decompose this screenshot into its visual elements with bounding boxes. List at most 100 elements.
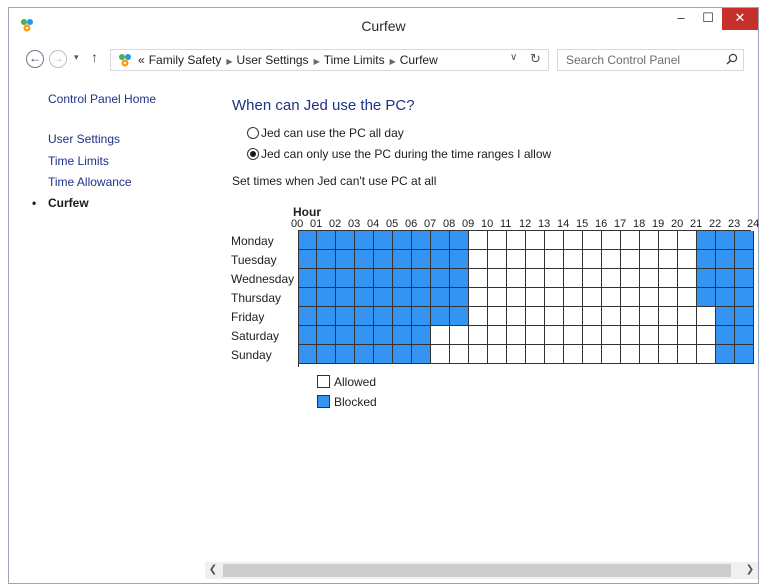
blocked-hour-cell[interactable] <box>298 345 317 364</box>
allowed-hour-cell[interactable] <box>545 269 564 288</box>
blocked-hour-cell[interactable] <box>374 231 393 250</box>
blocked-hour-cell[interactable] <box>716 288 735 307</box>
blocked-hour-cell[interactable] <box>431 288 450 307</box>
allowed-hour-cell[interactable] <box>469 250 488 269</box>
allowed-hour-cell[interactable] <box>564 307 583 326</box>
blocked-hour-cell[interactable] <box>355 288 374 307</box>
blocked-hour-cell[interactable] <box>393 345 412 364</box>
blocked-hour-cell[interactable] <box>716 345 735 364</box>
maximize-button[interactable]: ☐ <box>695 8 721 30</box>
allowed-hour-cell[interactable] <box>488 345 507 364</box>
allowed-hour-cell[interactable] <box>678 326 697 345</box>
breadcrumb-overflow[interactable]: « <box>138 53 145 67</box>
blocked-hour-cell[interactable] <box>317 231 336 250</box>
breadcrumb-curfew[interactable]: Curfew <box>400 53 438 67</box>
allowed-hour-cell[interactable] <box>469 231 488 250</box>
scroll-right-button[interactable]: ❯ <box>742 562 758 579</box>
option-all-day[interactable]: Jed can use the PC all day <box>247 126 404 142</box>
blocked-hour-cell[interactable] <box>317 307 336 326</box>
blocked-hour-cell[interactable] <box>298 326 317 345</box>
search-icon[interactable] <box>726 53 738 65</box>
blocked-hour-cell[interactable] <box>374 288 393 307</box>
blocked-hour-cell[interactable] <box>716 326 735 345</box>
allowed-hour-cell[interactable] <box>602 326 621 345</box>
option-time-ranges[interactable]: Jed can only use the PC during the time … <box>247 147 551 163</box>
allowed-hour-cell[interactable] <box>640 307 659 326</box>
allowed-hour-cell[interactable] <box>602 231 621 250</box>
allowed-hour-cell[interactable] <box>488 307 507 326</box>
blocked-hour-cell[interactable] <box>374 307 393 326</box>
allowed-hour-cell[interactable] <box>545 250 564 269</box>
allowed-hour-cell[interactable] <box>431 326 450 345</box>
search-input[interactable]: Search Control Panel <box>566 53 680 67</box>
allowed-hour-cell[interactable] <box>621 345 640 364</box>
blocked-hour-cell[interactable] <box>317 250 336 269</box>
blocked-hour-cell[interactable] <box>336 288 355 307</box>
blocked-hour-cell[interactable] <box>450 231 469 250</box>
allowed-hour-cell[interactable] <box>678 288 697 307</box>
blocked-hour-cell[interactable] <box>355 269 374 288</box>
blocked-hour-cell[interactable] <box>355 326 374 345</box>
scroll-left-button[interactable]: ❮ <box>205 562 221 579</box>
blocked-hour-cell[interactable] <box>393 326 412 345</box>
breadcrumb-family-safety[interactable]: Family Safety <box>149 53 222 67</box>
sidebar-item-time-allowance[interactable]: Time Allowance <box>48 175 132 189</box>
blocked-hour-cell[interactable] <box>431 231 450 250</box>
allowed-hour-cell[interactable] <box>545 326 564 345</box>
allowed-hour-cell[interactable] <box>640 345 659 364</box>
allowed-hour-cell[interactable] <box>659 288 678 307</box>
blocked-hour-cell[interactable] <box>336 250 355 269</box>
allowed-hour-cell[interactable] <box>659 231 678 250</box>
blocked-hour-cell[interactable] <box>393 250 412 269</box>
blocked-hour-cell[interactable] <box>412 269 431 288</box>
blocked-hour-cell[interactable] <box>450 269 469 288</box>
address-bar[interactable]: « Family Safety ▶ User Settings ▶ Time Limits… <box>110 49 549 71</box>
breadcrumb-separator-icon[interactable]: ▶ <box>314 57 320 66</box>
blocked-hour-cell[interactable] <box>716 250 735 269</box>
allowed-hour-cell[interactable] <box>621 288 640 307</box>
control-panel-home-link[interactable]: Control Panel Home <box>48 92 156 106</box>
blocked-hour-cell[interactable] <box>716 269 735 288</box>
allowed-hour-cell[interactable] <box>697 307 716 326</box>
radio-time-ranges[interactable] <box>247 148 259 160</box>
allowed-hour-cell[interactable] <box>564 288 583 307</box>
allowed-hour-cell[interactable] <box>545 231 564 250</box>
allowed-hour-cell[interactable] <box>659 345 678 364</box>
blocked-hour-cell[interactable] <box>450 288 469 307</box>
blocked-hour-cell[interactable] <box>450 307 469 326</box>
blocked-hour-cell[interactable] <box>716 307 735 326</box>
allowed-hour-cell[interactable] <box>621 307 640 326</box>
back-button[interactable]: ← <box>26 50 44 68</box>
allowed-hour-cell[interactable] <box>602 307 621 326</box>
blocked-hour-cell[interactable] <box>697 231 716 250</box>
allowed-hour-cell[interactable] <box>640 326 659 345</box>
allowed-hour-cell[interactable] <box>507 345 526 364</box>
allowed-hour-cell[interactable] <box>678 231 697 250</box>
refresh-icon[interactable]: ↻ <box>530 51 541 67</box>
allowed-hour-cell[interactable] <box>488 326 507 345</box>
blocked-hour-cell[interactable] <box>735 326 754 345</box>
allowed-hour-cell[interactable] <box>640 231 659 250</box>
blocked-hour-cell[interactable] <box>393 288 412 307</box>
allowed-hour-cell[interactable] <box>545 307 564 326</box>
blocked-hour-cell[interactable] <box>735 307 754 326</box>
blocked-hour-cell[interactable] <box>735 231 754 250</box>
allowed-hour-cell[interactable] <box>488 231 507 250</box>
blocked-hour-cell[interactable] <box>450 250 469 269</box>
breadcrumb-time-limits[interactable]: Time Limits <box>324 53 385 67</box>
allowed-hour-cell[interactable] <box>564 231 583 250</box>
allowed-hour-cell[interactable] <box>507 326 526 345</box>
allowed-hour-cell[interactable] <box>469 326 488 345</box>
allowed-hour-cell[interactable] <box>526 345 545 364</box>
blocked-hour-cell[interactable] <box>735 345 754 364</box>
allowed-hour-cell[interactable] <box>545 288 564 307</box>
blocked-hour-cell[interactable] <box>412 231 431 250</box>
blocked-hour-cell[interactable] <box>697 269 716 288</box>
blocked-hour-cell[interactable] <box>317 345 336 364</box>
allowed-hour-cell[interactable] <box>526 269 545 288</box>
allowed-hour-cell[interactable] <box>469 269 488 288</box>
sidebar-item-time-limits[interactable]: Time Limits <box>48 154 109 168</box>
blocked-hour-cell[interactable] <box>336 231 355 250</box>
blocked-hour-cell[interactable] <box>298 307 317 326</box>
allowed-hour-cell[interactable] <box>507 231 526 250</box>
